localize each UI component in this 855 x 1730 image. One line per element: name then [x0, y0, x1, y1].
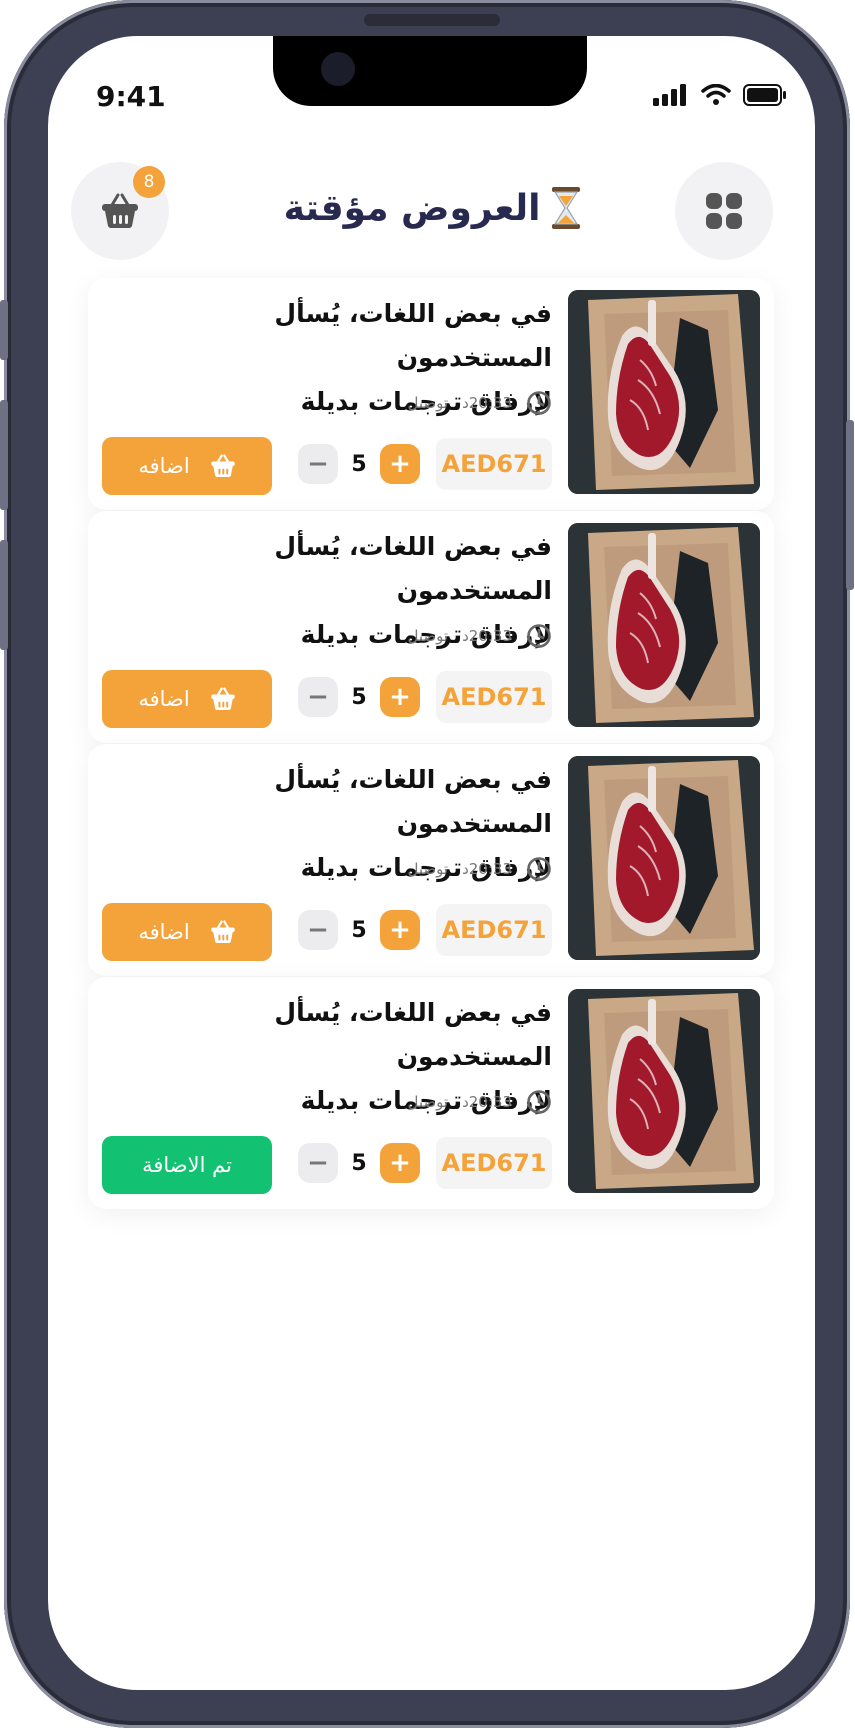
- delivery-info: 20:33د توصيل: [408, 623, 552, 649]
- delivery-time: 20:33د: [462, 1093, 512, 1111]
- quantity-stepper: − 5 +: [298, 1143, 420, 1183]
- basket-icon: [102, 193, 138, 228]
- volume-up-button: [0, 400, 8, 510]
- product-card[interactable]: في بعض اللغات، يُسأل المستخدمون لإرفاق ت…: [88, 977, 774, 1209]
- quantity-value: 5: [351, 1150, 367, 1176]
- status-icons: [653, 84, 787, 106]
- product-card[interactable]: في بعض اللغات، يُسأل المستخدمون لإرفاق ت…: [88, 744, 774, 976]
- power-button: [846, 420, 854, 590]
- increase-button[interactable]: +: [380, 677, 420, 717]
- clock-icon: [527, 624, 551, 648]
- increase-button[interactable]: +: [380, 444, 420, 484]
- basket-icon: [210, 687, 235, 711]
- increase-button[interactable]: +: [380, 1143, 420, 1183]
- quantity-stepper: − 5 +: [298, 910, 420, 950]
- app-screen: 9:41 8 العروض مؤقتة في بعض اللغات، يُسأل…: [48, 36, 815, 1690]
- delivery-info: 20:33د توصيل: [408, 856, 552, 882]
- product-image[interactable]: [568, 290, 760, 494]
- quantity-stepper: − 5 +: [298, 444, 420, 484]
- product-card[interactable]: في بعض اللغات، يُسأل المستخدمون لإرفاق ت…: [88, 511, 774, 743]
- wifi-icon: [701, 84, 731, 105]
- product-image[interactable]: [568, 523, 760, 727]
- delivery-label: توصيل: [407, 394, 449, 412]
- cart-button[interactable]: 8: [71, 162, 169, 260]
- volume-down-button: [0, 540, 8, 650]
- add-to-cart-button[interactable]: تم الاضافة: [102, 1136, 272, 1194]
- product-card[interactable]: في بعض اللغات، يُسأل المستخدمون لإرفاق ت…: [88, 278, 774, 510]
- decrease-button[interactable]: −: [298, 444, 338, 484]
- clock-icon: [527, 857, 551, 881]
- delivery-label: توصيل: [407, 1093, 449, 1111]
- product-price: AED671: [436, 438, 552, 490]
- grid-icon: [706, 193, 742, 229]
- camera-icon: [321, 52, 355, 86]
- clock-icon: [527, 391, 551, 415]
- product-image[interactable]: [568, 989, 760, 1193]
- quantity-value: 5: [351, 451, 367, 477]
- basket-icon: [210, 920, 235, 944]
- delivery-time: 20:33د: [462, 394, 512, 412]
- decrease-button[interactable]: −: [298, 1143, 338, 1183]
- basket-icon: [210, 454, 235, 478]
- delivery-info: 20:33د توصيل: [408, 1089, 552, 1115]
- decrease-button[interactable]: −: [298, 910, 338, 950]
- delivery-label: توصيل: [407, 860, 449, 878]
- page-title: العروض مؤقتة: [283, 187, 541, 229]
- cart-count-badge: 8: [133, 166, 165, 198]
- add-button-label: اضافه: [138, 454, 190, 478]
- delivery-time: 20:33د: [462, 627, 512, 645]
- product-title-line1: في بعض اللغات، يُسأل المستخدمون: [274, 765, 552, 838]
- battery-icon: [743, 84, 786, 106]
- add-button-label: تم الاضافة: [142, 1153, 232, 1177]
- product-title-line1: في بعض اللغات، يُسأل المستخدمون: [274, 532, 552, 605]
- status-time: 9:41: [96, 80, 166, 113]
- product-price: AED671: [436, 1137, 552, 1189]
- signal-icon: [653, 84, 686, 106]
- add-button-label: اضافه: [138, 920, 190, 944]
- menu-button[interactable]: [675, 162, 773, 260]
- add-button-label: اضافه: [138, 687, 190, 711]
- quantity-stepper: − 5 +: [298, 677, 420, 717]
- increase-button[interactable]: +: [380, 910, 420, 950]
- clock-icon: [527, 1090, 551, 1114]
- add-to-cart-button[interactable]: اضافه: [102, 437, 272, 495]
- quantity-value: 5: [351, 684, 367, 710]
- add-to-cart-button[interactable]: اضافه: [102, 670, 272, 728]
- hourglass-icon: [552, 187, 581, 229]
- delivery-info: 20:33د توصيل: [408, 390, 552, 416]
- product-title-line1: في بعض اللغات، يُسأل المستخدمون: [274, 998, 552, 1071]
- page-title-row: العروض مؤقتة: [248, 186, 618, 230]
- product-title-line1: في بعض اللغات، يُسأل المستخدمون: [274, 299, 552, 372]
- product-price: AED671: [436, 904, 552, 956]
- product-price: AED671: [436, 671, 552, 723]
- mute-switch: [0, 300, 8, 360]
- delivery-label: توصيل: [407, 627, 449, 645]
- speaker-grille: [364, 14, 500, 26]
- notch: [273, 36, 587, 106]
- phone-frame: 9:41 8 العروض مؤقتة في بعض اللغات، يُسأل…: [0, 0, 854, 1728]
- add-to-cart-button[interactable]: اضافه: [102, 903, 272, 961]
- quantity-value: 5: [351, 917, 367, 943]
- product-image[interactable]: [568, 756, 760, 960]
- decrease-button[interactable]: −: [298, 677, 338, 717]
- delivery-time: 20:33د: [462, 860, 512, 878]
